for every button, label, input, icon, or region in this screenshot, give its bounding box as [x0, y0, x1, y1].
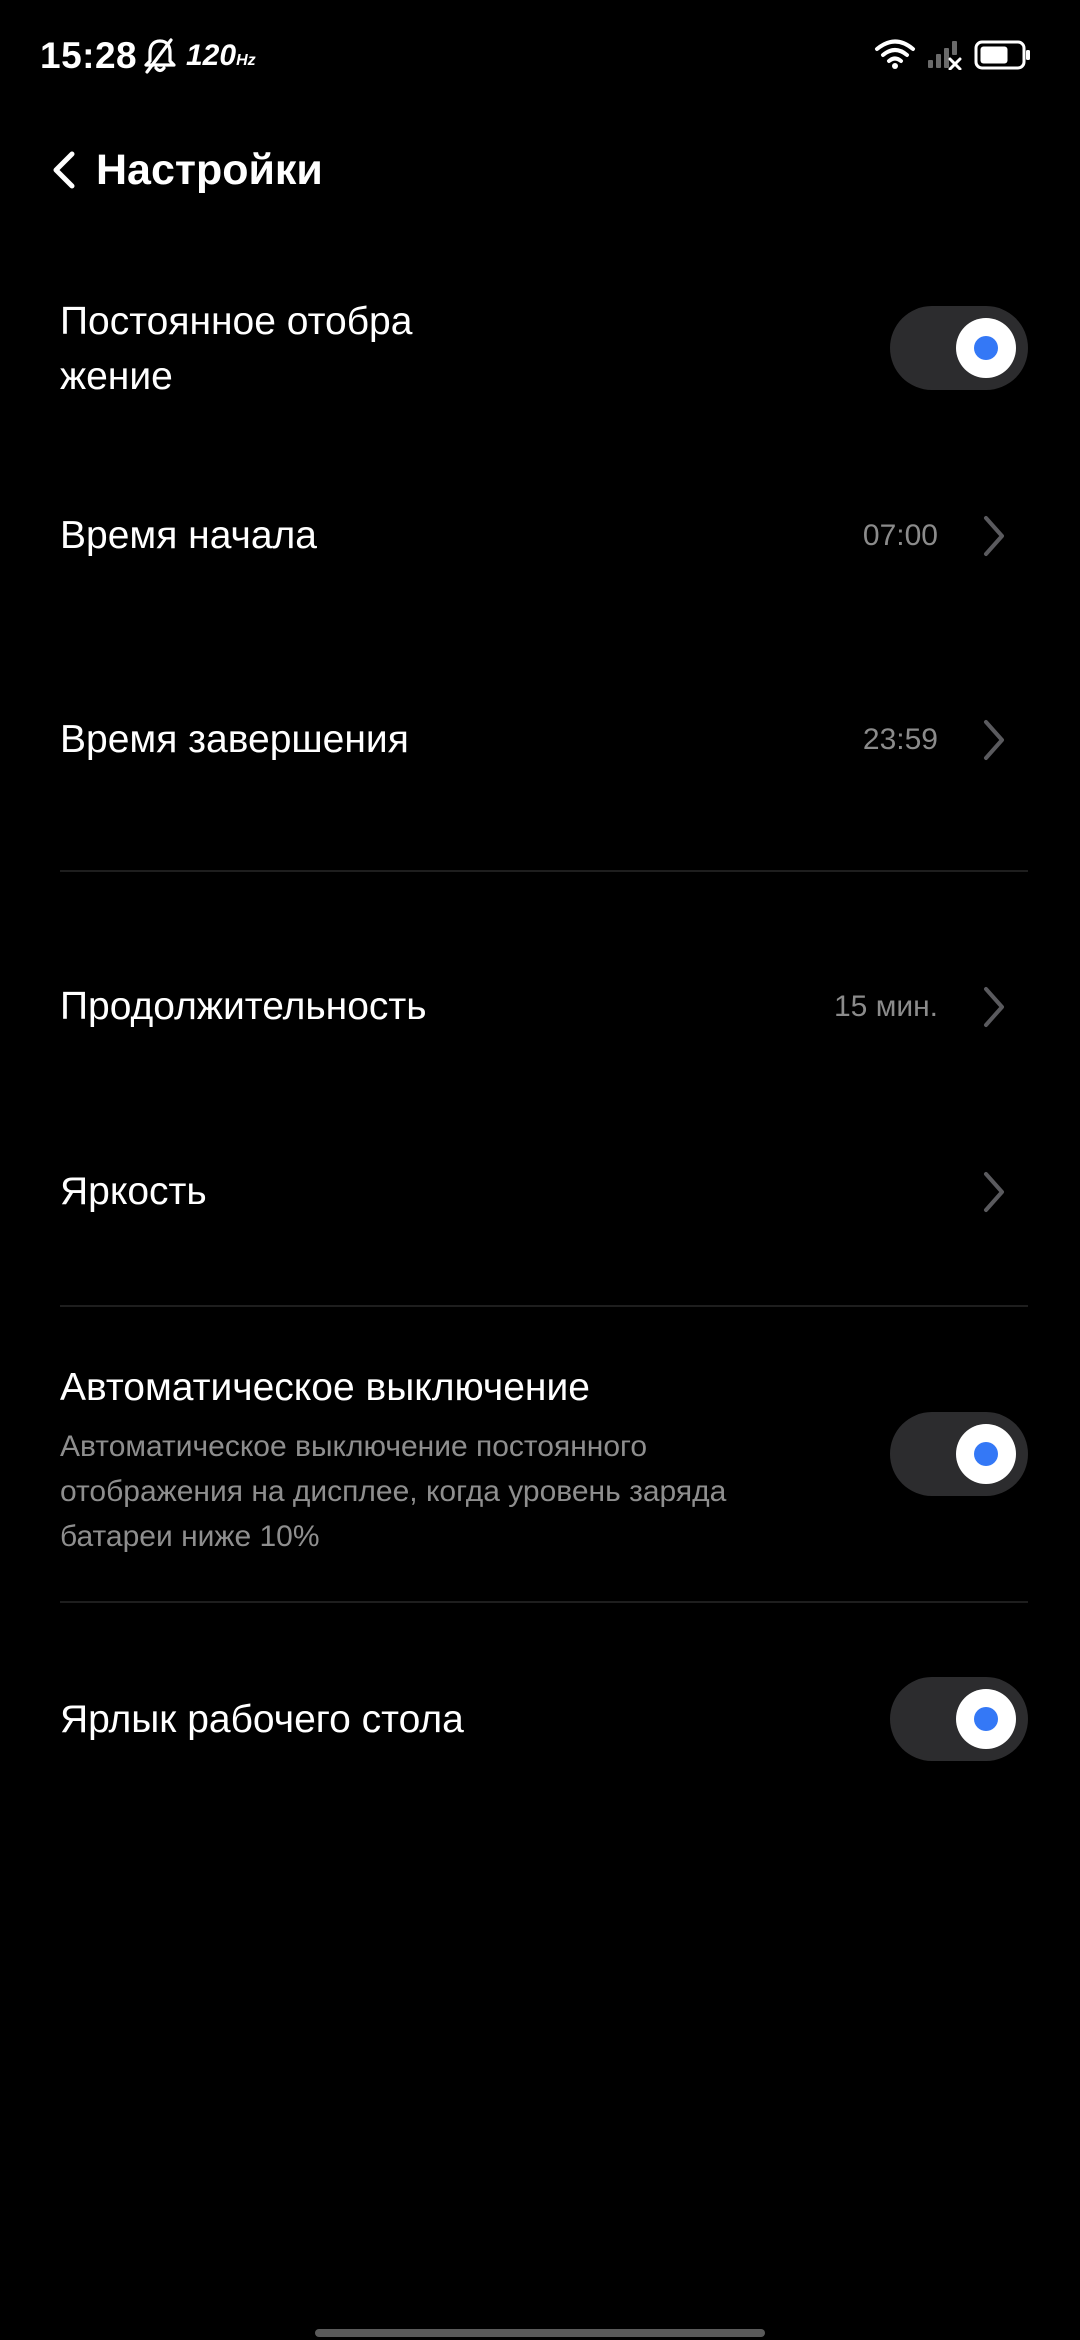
setting-auto-off[interactable]: Автоматическое выключение Автоматическое… [60, 1360, 1028, 1560]
header: Настройки [0, 128, 1080, 212]
always-on-toggle[interactable] [890, 306, 1028, 390]
setting-desktop-shortcut-title: Ярлык рабочего стола [60, 1698, 464, 1741]
signal-off-icon [928, 41, 962, 70]
setting-always-on[interactable]: Постоянное отобра жение [60, 290, 1028, 410]
divider [60, 1601, 1028, 1603]
refresh-rate-value: 120 [186, 39, 237, 72]
toggle-on-dot [974, 1442, 998, 1466]
setting-start-time[interactable]: Время начала 07:00 [60, 486, 1028, 586]
setting-duration-title: Продолжительность [60, 985, 427, 1028]
toggle-on-dot [974, 336, 998, 360]
bell-off-icon [144, 38, 176, 74]
battery-icon [974, 40, 1030, 70]
home-indicator[interactable] [315, 2329, 765, 2337]
setting-desktop-shortcut[interactable]: Ярлык рабочего стола [60, 1670, 1028, 1770]
chevron-right-icon [984, 987, 1004, 1027]
setting-end-time[interactable]: Время завершения 23:59 [60, 690, 1028, 790]
refresh-rate-indicator: 120Hz [186, 38, 256, 79]
auto-off-toggle[interactable] [890, 1412, 1028, 1496]
setting-duration-value: 15 мин. [834, 990, 938, 1023]
toggle-knob [956, 318, 1016, 378]
setting-always-on-title: Постоянное отобра жение [60, 300, 413, 398]
setting-brightness-title: Яркость [60, 1170, 207, 1213]
setting-auto-off-title: Автоматическое выключение [60, 1366, 590, 1409]
refresh-rate-unit: Hz [236, 52, 256, 69]
desktop-shortcut-toggle[interactable] [890, 1677, 1028, 1761]
chevron-right-icon [984, 720, 1004, 760]
status-bar: 15:28 120Hz [0, 0, 1080, 112]
status-time: 15:28 [40, 35, 138, 76]
setting-start-time-title: Время начала [60, 514, 317, 557]
toggle-knob [956, 1689, 1016, 1749]
divider [60, 1305, 1028, 1307]
divider [60, 870, 1028, 872]
back-button[interactable] [40, 142, 96, 198]
setting-start-time-value: 07:00 [862, 519, 938, 552]
setting-end-time-title: Время завершения [60, 718, 409, 761]
wifi-icon [875, 39, 915, 69]
page-title: Настройки [96, 146, 323, 194]
chevron-right-icon [984, 1172, 1004, 1212]
setting-brightness[interactable]: Яркость [60, 1142, 1028, 1242]
toggle-knob [956, 1424, 1016, 1484]
setting-auto-off-description: Автоматическое выключение постоянного от… [60, 1430, 727, 1553]
toggle-on-dot [974, 1707, 998, 1731]
chevron-right-icon [984, 516, 1004, 556]
setting-end-time-value: 23:59 [862, 723, 938, 756]
setting-duration[interactable]: Продолжительность 15 мин. [60, 957, 1028, 1057]
